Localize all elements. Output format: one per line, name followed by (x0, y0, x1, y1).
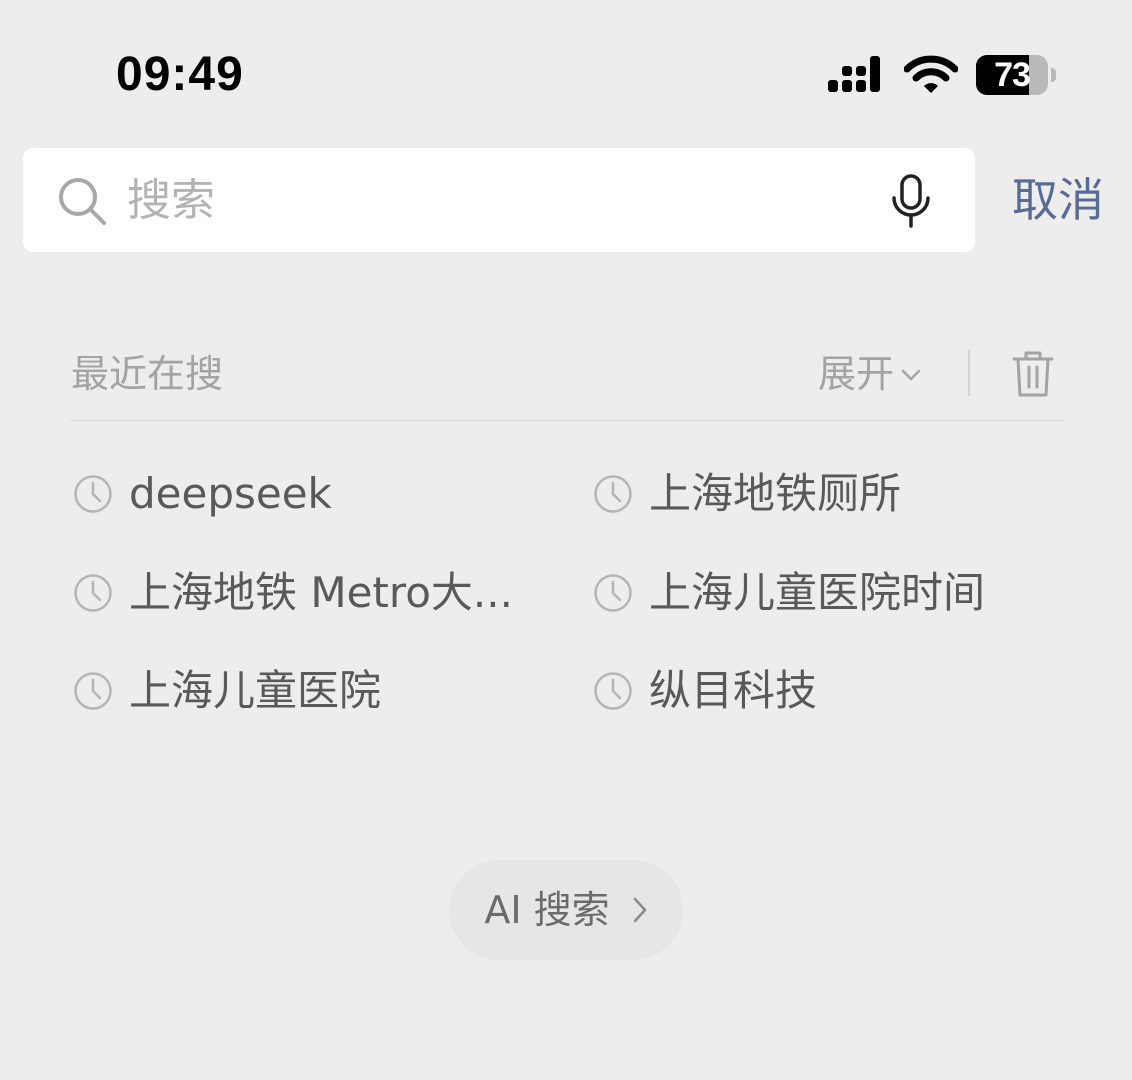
search-input[interactable] (127, 148, 847, 252)
history-item-label: 上海儿童医院 (129, 666, 382, 715)
search-bar[interactable] (23, 148, 975, 252)
expand-label: 展开 (818, 352, 895, 396)
ai-search-label: AI 搜索 (484, 888, 610, 932)
clock-icon (594, 475, 632, 513)
chevron-right-icon (633, 897, 646, 923)
battery-cap (1051, 68, 1056, 82)
expand-button[interactable]: 展开 (818, 350, 922, 398)
history-item[interactable]: 上海地铁 Metro大... (73, 563, 513, 623)
history-item[interactable]: 上海儿童医院 (73, 661, 381, 721)
history-item-label: 上海地铁厕所 (649, 469, 902, 518)
section-divider (70, 420, 1064, 421)
clock-icon (74, 574, 112, 612)
wifi-icon (904, 55, 958, 93)
history-item-label: 上海儿童医院时间 (649, 568, 986, 617)
battery-body: 73 (976, 55, 1048, 95)
clock-icon (594, 672, 632, 710)
history-item-label: 上海地铁 Metro大... (129, 568, 513, 617)
history-item-label: deepseek (129, 469, 332, 518)
history-item[interactable]: 上海地铁厕所 (593, 464, 901, 524)
battery-level: 73 (994, 56, 1031, 94)
history-item[interactable]: 上海儿童医院时间 (593, 563, 985, 623)
search-icon (59, 178, 106, 225)
recent-searches-title: 最近在搜 (71, 352, 224, 396)
status-time: 09:49 (116, 48, 244, 101)
clock-icon (74, 475, 112, 513)
vertical-divider (968, 350, 970, 396)
history-item-label: 纵目科技 (649, 666, 818, 715)
cancel-button[interactable]: 取消 (1012, 170, 1104, 230)
clock-icon (594, 574, 632, 612)
trash-icon[interactable] (1012, 350, 1054, 398)
battery-icon: 73 (976, 55, 1056, 95)
signal-icon (828, 56, 880, 92)
history-item[interactable]: 纵目科技 (593, 661, 817, 721)
chevron-down-icon (901, 369, 921, 381)
mic-icon[interactable] (889, 174, 933, 228)
ai-search-button[interactable]: AI 搜索 (449, 860, 683, 960)
history-item[interactable]: deepseek (73, 464, 332, 524)
clock-icon (74, 672, 112, 710)
